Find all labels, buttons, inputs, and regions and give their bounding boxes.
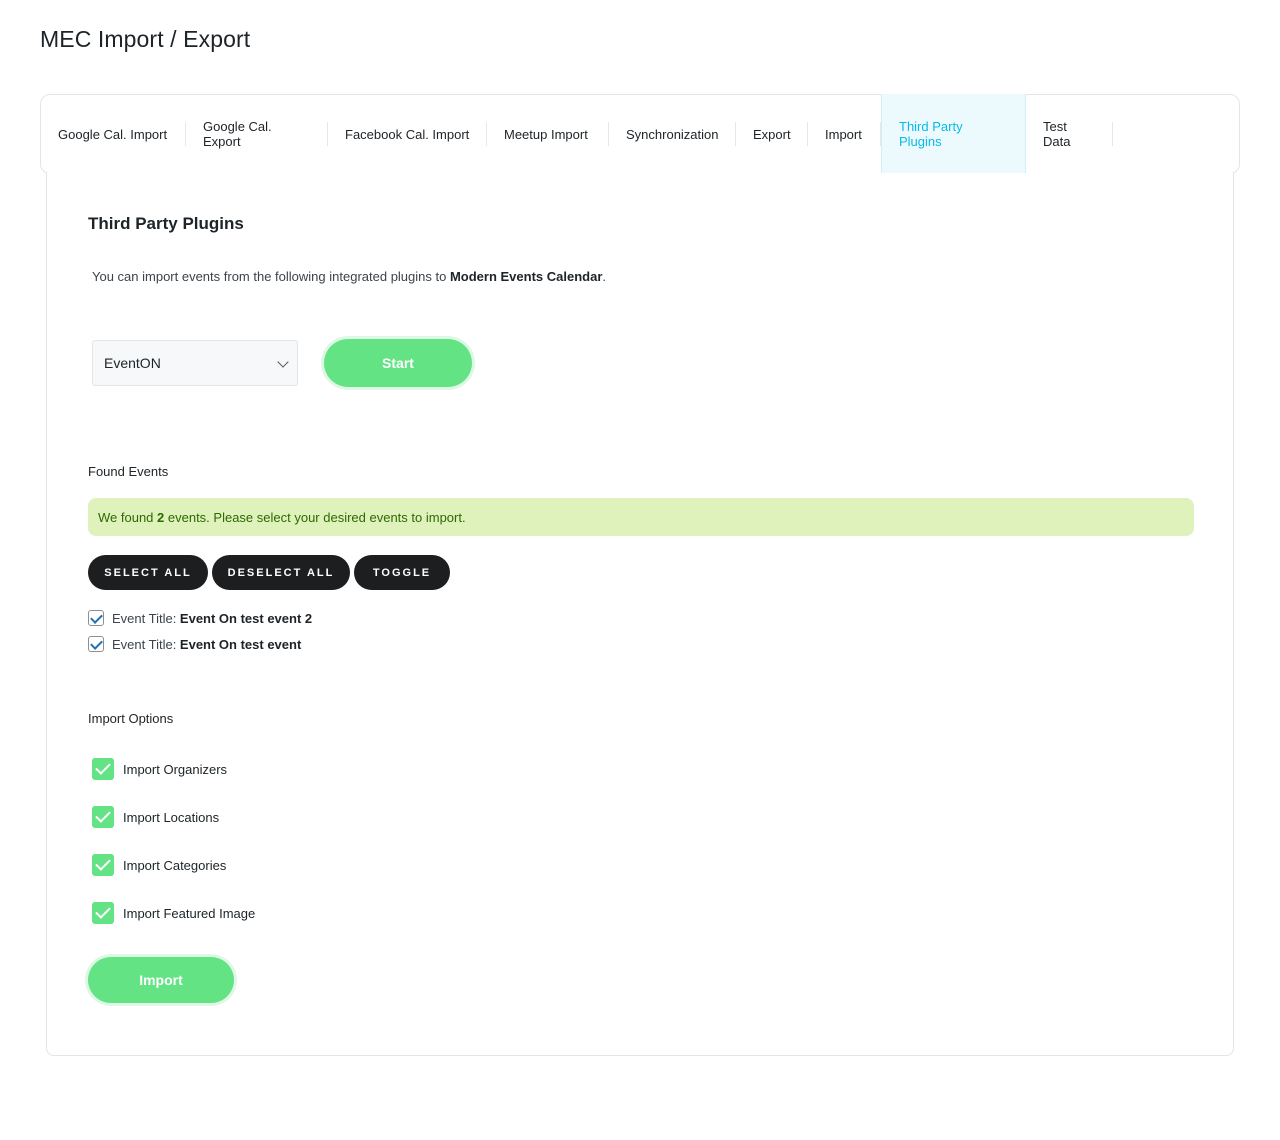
tab-test-data[interactable]: Test Data — [1026, 94, 1113, 174]
option-import-locations[interactable]: Import Locations — [92, 806, 219, 828]
option-label: Import Organizers — [123, 761, 228, 777]
page-title: MEC Import / Export — [40, 26, 251, 52]
checkmark-icon[interactable] — [92, 758, 114, 780]
tab-label: Export — [753, 126, 791, 142]
option-import-featured-image[interactable]: Import Featured Image — [92, 902, 255, 924]
description-prefix: You can import events from the following… — [92, 269, 450, 284]
option-label: Import Featured Image — [123, 905, 256, 921]
event-item: Event Title: Event On test event 2 — [88, 610, 312, 626]
third-party-plugins-panel: Third Party Plugins You can import event… — [46, 173, 1234, 1056]
tab-label: Synchronization — [626, 126, 719, 142]
section-title: Third Party Plugins — [88, 214, 244, 233]
event-title: Event On test event — [179, 636, 302, 652]
tab-label: Test Data — [1043, 119, 1071, 149]
tab-label: Google Cal. Export — [203, 119, 272, 149]
tab-label: Google Cal. Import — [58, 126, 168, 142]
tab-import[interactable]: Import — [808, 94, 881, 174]
bulk-selection-buttons: SELECT ALL DESELECT ALL TOGGLE — [88, 555, 450, 590]
option-import-categories[interactable]: Import Categories — [92, 854, 226, 876]
found-events-heading: Found Events — [88, 464, 169, 479]
event-title-prefix: Event Title: — [112, 636, 180, 652]
event-title-prefix: Event Title: — [112, 610, 180, 626]
start-button[interactable]: Start — [324, 339, 472, 387]
checkmark-icon[interactable] — [92, 806, 114, 828]
deselect-all-button[interactable]: DESELECT ALL — [212, 555, 350, 590]
toggle-button[interactable]: TOGGLE — [354, 555, 450, 590]
chevron-down-icon — [277, 356, 289, 368]
description-suffix: . — [602, 269, 607, 284]
plugin-select-value: EventON — [104, 355, 161, 371]
checkmark-icon[interactable] — [92, 902, 114, 924]
tab-label: Meetup Import — [504, 126, 588, 142]
section-description: You can import events from the following… — [92, 269, 606, 284]
tab-third-party-plugins[interactable]: Third Party Plugins — [881, 94, 1026, 185]
event-item: Event Title: Event On test event — [88, 636, 301, 652]
tab-google-cal-export[interactable]: Google Cal. Export — [186, 94, 328, 174]
found-events-notice: We found 2 events. Please select your de… — [88, 498, 1194, 536]
select-all-button[interactable]: SELECT ALL — [88, 555, 208, 590]
import-options-heading: Import Options — [88, 711, 174, 726]
checkmark-icon[interactable] — [92, 854, 114, 876]
event-checkbox[interactable] — [88, 636, 104, 652]
import-button[interactable]: Import — [88, 957, 234, 1003]
tab-meetup-import[interactable]: Meetup Import — [487, 94, 609, 174]
tab-export[interactable]: Export — [736, 94, 808, 174]
notice-prefix: We found — [98, 509, 158, 525]
tab-synchronization[interactable]: Synchronization — [609, 94, 736, 174]
tab-label: Import — [825, 126, 862, 142]
tab-label: Facebook Cal. Import — [345, 126, 470, 142]
description-plugin-name: Modern Events Calendar — [449, 269, 603, 284]
tab-label: Third Party Plugins — [899, 119, 963, 149]
event-title: Event On test event 2 — [179, 610, 313, 626]
tab-google-cal-import[interactable]: Google Cal. Import — [41, 94, 186, 174]
option-label: Import Locations — [123, 809, 220, 825]
tabs-bar: Google Cal. Import Google Cal. Export Fa… — [40, 94, 1240, 185]
tab-facebook-cal-import[interactable]: Facebook Cal. Import — [328, 94, 487, 174]
option-import-organizers[interactable]: Import Organizers — [92, 758, 227, 780]
plugin-select[interactable]: EventON — [92, 340, 298, 386]
notice-count: 2 — [157, 509, 165, 525]
option-label: Import Categories — [123, 857, 227, 873]
event-checkbox[interactable] — [88, 610, 104, 626]
notice-suffix: events. Please select your desired event… — [164, 509, 466, 525]
